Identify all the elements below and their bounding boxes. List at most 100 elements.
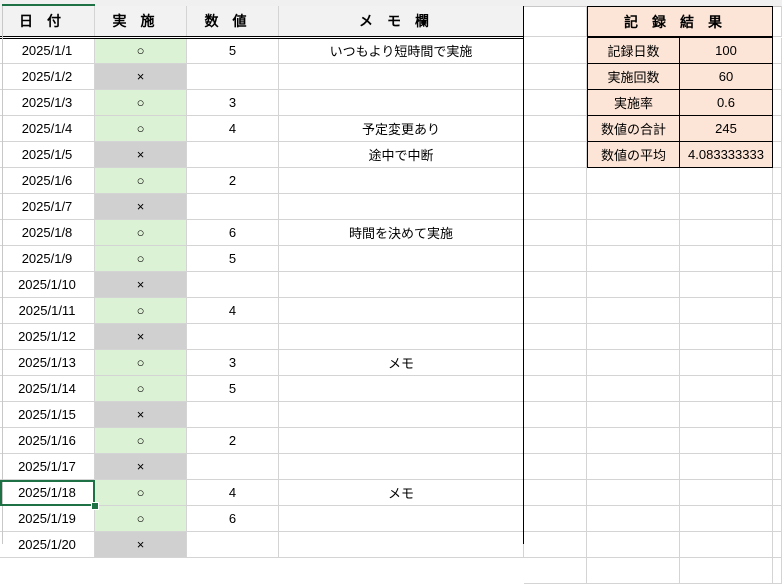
- summary-value[interactable]: 4.083333333: [679, 141, 773, 168]
- empty-cell[interactable]: [524, 194, 587, 220]
- summary-value[interactable]: 0.6: [679, 89, 773, 116]
- empty-cell[interactable]: [773, 168, 782, 194]
- done-cell[interactable]: ○: [95, 376, 187, 402]
- done-cell[interactable]: ○: [95, 298, 187, 324]
- value-cell[interactable]: [187, 402, 279, 428]
- empty-cell[interactable]: [587, 506, 680, 532]
- value-cell[interactable]: 2: [187, 168, 279, 194]
- empty-cell[interactable]: [680, 532, 773, 558]
- value-cell[interactable]: 6: [187, 220, 279, 246]
- memo-cell[interactable]: [279, 272, 524, 298]
- empty-cell[interactable]: [524, 298, 587, 324]
- empty-cell[interactable]: [524, 532, 587, 558]
- memo-cell[interactable]: [279, 324, 524, 350]
- empty-cell[interactable]: [773, 90, 782, 116]
- empty-cell[interactable]: [524, 90, 587, 116]
- value-cell[interactable]: 4: [187, 298, 279, 324]
- memo-cell[interactable]: メモ: [279, 350, 524, 376]
- date-cell[interactable]: 2025/1/1: [0, 38, 95, 64]
- date-cell[interactable]: 2025/1/9: [0, 246, 95, 272]
- empty-cell[interactable]: [773, 38, 782, 64]
- memo-cell[interactable]: 時間を決めて実施: [279, 220, 524, 246]
- empty-cell[interactable]: [587, 480, 680, 506]
- date-cell[interactable]: 2025/1/2: [0, 64, 95, 90]
- empty-cell[interactable]: [524, 142, 587, 168]
- empty-cell[interactable]: [773, 376, 782, 402]
- memo-cell[interactable]: [279, 246, 524, 272]
- done-cell[interactable]: ×: [95, 64, 187, 90]
- empty-cell[interactable]: [587, 532, 680, 558]
- value-cell[interactable]: 2: [187, 428, 279, 454]
- empty-cell[interactable]: [680, 246, 773, 272]
- memo-cell[interactable]: 予定変更あり: [279, 116, 524, 142]
- date-cell[interactable]: 2025/1/18: [0, 480, 95, 506]
- empty-cell[interactable]: [680, 454, 773, 480]
- memo-cell[interactable]: 途中で中断: [279, 142, 524, 168]
- value-cell[interactable]: [187, 194, 279, 220]
- value-cell[interactable]: 5: [187, 38, 279, 64]
- empty-cell[interactable]: [587, 454, 680, 480]
- date-cell[interactable]: 2025/1/15: [0, 402, 95, 428]
- date-cell[interactable]: 2025/1/6: [0, 168, 95, 194]
- empty-cell[interactable]: [773, 194, 782, 220]
- empty-cell[interactable]: [587, 272, 680, 298]
- header-value[interactable]: 数値: [187, 6, 279, 37]
- date-cell[interactable]: 2025/1/11: [0, 298, 95, 324]
- date-cell[interactable]: 2025/1/4: [0, 116, 95, 142]
- empty-cell[interactable]: [773, 350, 782, 376]
- empty-cell[interactable]: [773, 6, 782, 37]
- done-cell[interactable]: ×: [95, 142, 187, 168]
- empty-cell[interactable]: [524, 272, 587, 298]
- date-cell[interactable]: 2025/1/10: [0, 272, 95, 298]
- value-cell[interactable]: 4: [187, 480, 279, 506]
- done-cell[interactable]: ○: [95, 506, 187, 532]
- value-cell[interactable]: [187, 142, 279, 168]
- empty-cell[interactable]: [680, 402, 773, 428]
- empty-cell[interactable]: [524, 6, 587, 37]
- date-cell[interactable]: 2025/1/17: [0, 454, 95, 480]
- done-cell[interactable]: ×: [95, 272, 187, 298]
- memo-cell[interactable]: [279, 506, 524, 532]
- memo-cell[interactable]: [279, 454, 524, 480]
- empty-cell[interactable]: [680, 324, 773, 350]
- memo-cell[interactable]: [279, 298, 524, 324]
- done-cell[interactable]: ○: [95, 90, 187, 116]
- empty-cell[interactable]: [587, 220, 680, 246]
- empty-cell[interactable]: [587, 350, 680, 376]
- empty-cell[interactable]: [524, 558, 587, 584]
- memo-cell[interactable]: [279, 64, 524, 90]
- empty-cell[interactable]: [524, 454, 587, 480]
- value-cell[interactable]: 3: [187, 350, 279, 376]
- done-cell[interactable]: ×: [95, 194, 187, 220]
- date-cell[interactable]: 2025/1/20: [0, 532, 95, 558]
- empty-cell[interactable]: [680, 376, 773, 402]
- done-cell[interactable]: ×: [95, 532, 187, 558]
- empty-cell[interactable]: [587, 428, 680, 454]
- empty-cell[interactable]: [587, 298, 680, 324]
- empty-cell[interactable]: [524, 324, 587, 350]
- value-cell[interactable]: [187, 272, 279, 298]
- empty-cell[interactable]: [587, 402, 680, 428]
- empty-cell[interactable]: [773, 506, 782, 532]
- date-cell[interactable]: 2025/1/16: [0, 428, 95, 454]
- empty-cell[interactable]: [587, 168, 680, 194]
- value-cell[interactable]: [187, 454, 279, 480]
- date-cell[interactable]: 2025/1/3: [0, 90, 95, 116]
- empty-cell[interactable]: [773, 480, 782, 506]
- summary-value[interactable]: 60: [679, 63, 773, 90]
- value-cell[interactable]: 4: [187, 116, 279, 142]
- empty-cell[interactable]: [773, 116, 782, 142]
- empty-cell[interactable]: [680, 480, 773, 506]
- summary-value[interactable]: 245: [679, 115, 773, 142]
- empty-cell[interactable]: [773, 272, 782, 298]
- date-cell[interactable]: 2025/1/13: [0, 350, 95, 376]
- date-cell[interactable]: 2025/1/12: [0, 324, 95, 350]
- empty-cell[interactable]: [680, 194, 773, 220]
- memo-cell[interactable]: メモ: [279, 480, 524, 506]
- date-cell[interactable]: 2025/1/19: [0, 506, 95, 532]
- empty-cell[interactable]: [587, 246, 680, 272]
- fill-handle[interactable]: [91, 502, 99, 510]
- done-cell[interactable]: ○: [95, 116, 187, 142]
- empty-cell[interactable]: [773, 558, 782, 584]
- value-cell[interactable]: 6: [187, 506, 279, 532]
